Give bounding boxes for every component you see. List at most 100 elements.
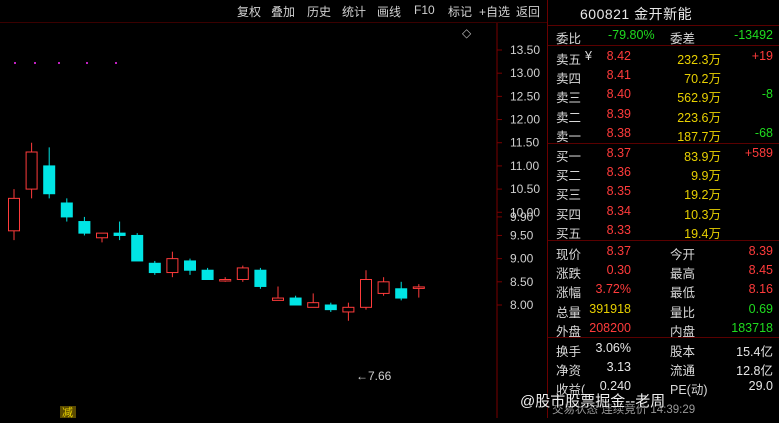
ask-price: 8.41 bbox=[606, 68, 631, 83]
ask-change: -68 bbox=[754, 125, 773, 140]
ask-row: 卖二 8.39 223.6万 bbox=[548, 105, 779, 125]
price-axis-tick: 12.00 bbox=[510, 113, 540, 127]
bid-row: 买二 8.36 9.9万 bbox=[548, 163, 779, 184]
candle-body bbox=[219, 279, 232, 282]
bid-label: 买三 bbox=[556, 188, 582, 203]
price-axis-tick: 13.00 bbox=[510, 66, 540, 80]
toolbar-lishi[interactable]: 历史 bbox=[307, 3, 331, 20]
kline-chart[interactable]: 13.50 13.00 12.50 12.00 11.50 11.00 10.50 10.00… bbox=[0, 23, 547, 419]
weibi-value: -79.80% bbox=[608, 28, 655, 42]
ask-volume: 223.6万 bbox=[677, 110, 721, 125]
fundamental-value: 29.0 bbox=[748, 379, 773, 394]
candle-body bbox=[96, 232, 108, 239]
ask-price: 8.42 bbox=[606, 49, 631, 63]
stat-row: 现价 8.37 今开 8.39 bbox=[548, 242, 779, 262]
chart-toolbar: 复权 叠加 历史 统计 画线 F10 标记 +自选 返回 bbox=[0, 0, 547, 23]
candle-body bbox=[25, 151, 38, 190]
toolbar-zixuan[interactable]: +自选 bbox=[479, 3, 510, 20]
stat-value: 208200 bbox=[589, 320, 631, 335]
ask-change: -8 bbox=[761, 87, 773, 102]
price-axis-tick: 8.00 bbox=[510, 298, 534, 312]
bid-label: 买四 bbox=[556, 207, 582, 222]
stat-label: 最低 bbox=[670, 286, 696, 301]
price-axis-tick: 11.00 bbox=[510, 159, 539, 173]
price-axis-tick: 8.50 bbox=[510, 275, 534, 289]
stat-label: 总量 bbox=[556, 305, 582, 320]
toolbar-tongji[interactable]: 统计 bbox=[342, 3, 366, 20]
toolbar-biaoji[interactable]: 标记 bbox=[448, 3, 472, 20]
ask-label: 卖一 bbox=[556, 129, 582, 144]
candle-body bbox=[148, 262, 161, 274]
sep-5 bbox=[548, 337, 779, 338]
toolbar-fanhui[interactable]: 返回 bbox=[516, 3, 540, 20]
candle-body bbox=[166, 258, 179, 274]
stat-label: 现价 bbox=[556, 248, 582, 262]
price-axis-tick: 10.50 bbox=[510, 182, 540, 196]
ask-label: 卖三 bbox=[556, 91, 582, 106]
toolbar-diejia[interactable]: 叠加 bbox=[271, 3, 295, 20]
toolbar-fuquan[interactable]: 复权 bbox=[237, 3, 261, 20]
watermark: @股市股票掘金--老周 bbox=[520, 393, 666, 410]
price-axis-tick: 12.50 bbox=[510, 89, 540, 103]
ask-price: 8.39 bbox=[606, 106, 631, 121]
candle-body bbox=[131, 234, 144, 262]
stat-row: 涨幅 3.72% 最低 8.16 bbox=[548, 280, 779, 301]
toolbar-huaxian[interactable]: 画线 bbox=[377, 3, 401, 20]
ask-row: 卖四 8.41 70.2万 bbox=[548, 66, 779, 87]
ask-row: 卖一 8.38 187.7万 -68 bbox=[548, 124, 779, 144]
fundamental-value: 12.8亿 bbox=[736, 364, 773, 379]
candle-body bbox=[254, 269, 267, 287]
jian-tag: 减 bbox=[62, 406, 73, 418]
ask-volume: 70.2万 bbox=[684, 72, 721, 87]
ask-label: 卖二 bbox=[556, 110, 582, 125]
ask-change: +19 bbox=[751, 49, 773, 63]
fundamental-value: 15.4亿 bbox=[736, 345, 773, 359]
signal-dot bbox=[115, 62, 117, 64]
bid-volume: 19.2万 bbox=[684, 188, 721, 203]
price-axis-labels: 13.5013.0012.5012.0011.5011.0010.5010.00… bbox=[497, 43, 540, 312]
fundamental-value: 3.13 bbox=[606, 360, 631, 375]
bid-row: 买五 8.33 19.4万 bbox=[548, 221, 779, 241]
diamond-icon[interactable]: ◇ bbox=[462, 26, 472, 40]
kline-svg: 13.5013.0012.5012.0011.5011.0010.5010.00… bbox=[8, 23, 540, 419]
sep-2 bbox=[548, 45, 779, 46]
stat-value: 3.72% bbox=[595, 282, 631, 297]
price-axis-tick: 11.50 bbox=[510, 136, 539, 150]
signal-dot bbox=[14, 62, 16, 64]
price-axis-tick: 13.50 bbox=[510, 43, 540, 57]
currency-icon: ¥ bbox=[585, 49, 592, 63]
candle-body bbox=[307, 302, 320, 308]
candle-body bbox=[324, 304, 337, 311]
candle-body bbox=[412, 286, 425, 289]
bid-row: 买三 8.35 19.2万 bbox=[548, 182, 779, 203]
stat-value: 391918 bbox=[589, 301, 631, 316]
candles-group bbox=[8, 142, 425, 321]
stat-value: 0.69 bbox=[748, 301, 773, 316]
ask-label: 卖五 bbox=[556, 53, 582, 67]
signal-dot bbox=[34, 62, 36, 64]
bid-label: 买二 bbox=[556, 169, 582, 184]
bid-price: 8.36 bbox=[606, 165, 631, 180]
stat-label: 涨幅 bbox=[556, 286, 582, 301]
bid-volume: 10.3万 bbox=[684, 207, 721, 222]
fundamental-label: PE(动) bbox=[670, 383, 708, 398]
candle-body bbox=[377, 281, 390, 294]
candle-body bbox=[43, 165, 56, 195]
stat-label: 涨跌 bbox=[556, 267, 582, 282]
stat-value: 8.45 bbox=[748, 263, 773, 278]
candle-body bbox=[184, 260, 196, 271]
ask-label: 卖四 bbox=[556, 72, 582, 87]
stat-row: 外盘 208200 内盘 183718 bbox=[548, 319, 779, 339]
candle-body bbox=[113, 232, 126, 236]
ask-volume: 232.3万 bbox=[677, 53, 721, 67]
candle-body bbox=[289, 297, 302, 306]
bid-row: 买四 8.34 10.3万 bbox=[548, 202, 779, 222]
bid-row: 买一 8.37 83.9万 +589 bbox=[548, 144, 779, 164]
ask-volume: 562.9万 bbox=[677, 91, 721, 106]
candle-body bbox=[60, 202, 73, 218]
ask-row: 卖三 8.40 562.9万 -8 bbox=[548, 85, 779, 106]
candle-body bbox=[8, 197, 20, 232]
toolbar-f10[interactable]: F10 bbox=[414, 3, 435, 17]
signal-dot bbox=[58, 62, 60, 64]
bid-price: 8.35 bbox=[606, 184, 631, 199]
